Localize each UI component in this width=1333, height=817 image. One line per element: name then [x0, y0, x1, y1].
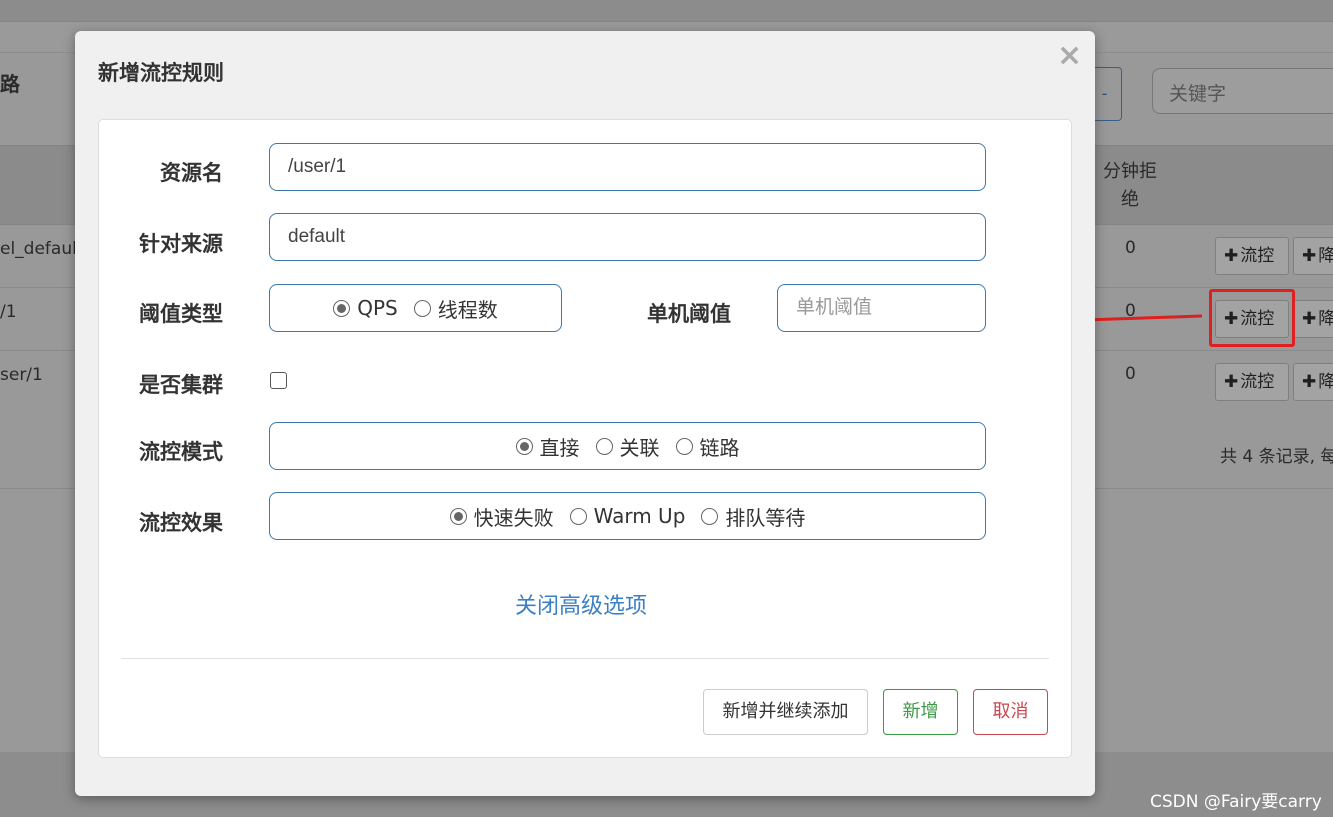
add-button[interactable]: 新增 [883, 689, 958, 735]
keyword-search-input[interactable]: 关键字 [1152, 68, 1333, 114]
page-heading-fragment: 路 [0, 72, 20, 96]
add-degrade-rule-button[interactable]: ✚降 [1293, 300, 1333, 338]
cluster-mode-label: 是否集群 [139, 373, 223, 397]
divider [121, 658, 1049, 659]
add-flow-rule-button[interactable]: ✚ 流控 [1215, 237, 1289, 275]
control-mode-option-chain[interactable]: 链路 [675, 432, 740, 461]
plus-icon: ✚ [1224, 246, 1239, 266]
threshold-type-label: 阈值类型 [139, 302, 223, 326]
plus-icon: ✚ [1224, 372, 1239, 392]
radio-checked-icon [333, 299, 351, 317]
radio-unchecked-icon [701, 507, 719, 525]
limit-origin-label: 针对来源 [139, 232, 223, 256]
limit-origin-input[interactable]: default [269, 213, 986, 261]
annotation-highlight-box [1209, 289, 1295, 347]
resource-name-label: 资源名 [160, 161, 223, 185]
radio-checked-icon [449, 507, 467, 525]
control-effect-radio-group: 快速失败 Warm Up 排队等待 [269, 492, 986, 540]
threshold-type-option-qps[interactable]: QPS [333, 296, 398, 320]
control-mode-radio-group: 直接 关联 链路 [269, 422, 986, 470]
add-and-continue-button[interactable]: 新增并继续添加 [703, 689, 868, 735]
dialog-title: 新增流控规则 [98, 61, 224, 85]
add-degrade-rule-button[interactable]: ✚降 [1293, 363, 1333, 401]
plus-icon: ✚ [1302, 309, 1317, 329]
control-mode-label: 流控模式 [139, 440, 223, 464]
resource-cell: ser/1 [0, 365, 43, 385]
single-threshold-label: 单机阈值 [647, 302, 731, 326]
reject-count-cell: 0 [1125, 238, 1136, 258]
radio-checked-icon [515, 437, 533, 455]
top-bar [0, 0, 1333, 22]
plus-icon: ✚ [1302, 246, 1317, 266]
control-mode-option-direct[interactable]: 直接 [515, 432, 580, 461]
watermark: CSDN @Fairy要carry [1150, 792, 1322, 812]
plus-icon: ✚ [1302, 372, 1317, 392]
dialog-form: 资源名 /user/1 针对来源 default 阈值类型 QPS 线程数 单机… [98, 119, 1072, 758]
single-threshold-input[interactable]: 单机阈值 [777, 284, 986, 332]
control-mode-option-relate[interactable]: 关联 [595, 432, 660, 461]
resource-name-input[interactable]: /user/1 [269, 143, 986, 191]
reject-count-cell: 0 [1125, 364, 1136, 384]
cluster-mode-checkbox[interactable] [270, 372, 287, 389]
add-degrade-rule-button[interactable]: ✚降 [1293, 237, 1333, 275]
column-header-minute-reject: 分钟拒绝 [1103, 161, 1157, 210]
pagination-summary: 共 4 条记录, 每 [1220, 447, 1333, 467]
control-effect-option-fast-fail[interactable]: 快速失败 [449, 502, 554, 531]
radio-unchecked-icon [675, 437, 693, 455]
control-effect-option-warm-up[interactable]: Warm Up [569, 504, 685, 528]
toggle-advanced-options-link[interactable]: 关闭高级选项 [515, 588, 647, 620]
radio-unchecked-icon [413, 299, 431, 317]
add-flow-rule-dialog: 新增流控规则 × 资源名 /user/1 针对来源 default 阈值类型 Q… [75, 31, 1095, 796]
resource-cell: /1 [0, 302, 17, 322]
threshold-type-radio-group: QPS 线程数 [269, 284, 562, 332]
threshold-type-option-thread[interactable]: 线程数 [413, 294, 498, 323]
cancel-button[interactable]: 取消 [973, 689, 1048, 735]
radio-unchecked-icon [595, 437, 613, 455]
radio-unchecked-icon [569, 507, 587, 525]
close-icon[interactable]: × [1057, 39, 1082, 73]
resource-cell: el_defaul [0, 239, 77, 259]
control-effect-option-queue[interactable]: 排队等待 [701, 502, 805, 531]
add-flow-rule-button[interactable]: ✚ 流控 [1215, 363, 1289, 401]
control-effect-label: 流控效果 [139, 511, 223, 535]
